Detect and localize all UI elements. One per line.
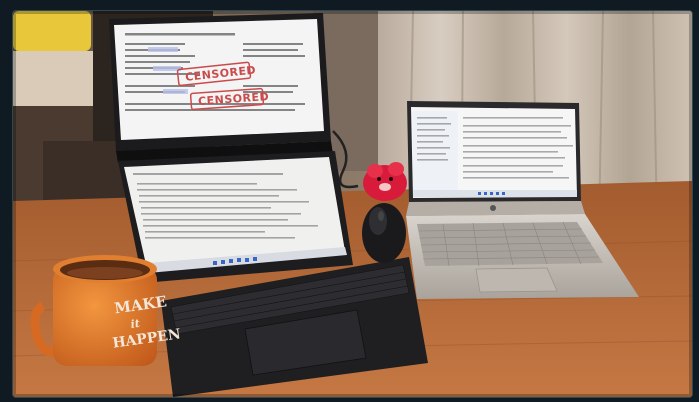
vertical-mouse [362,203,406,263]
photo-illustration: CENSORED CENSORED MAKE it HAPPEN [13,11,692,397]
screenshot-frame: CENSORED CENSORED MAKE it HAPPEN [0,0,699,402]
yellow-pillow [13,11,91,51]
silver-touchpad [475,267,558,293]
red-plush-toy [363,162,407,201]
desk-photo: CENSORED CENSORED MAKE it HAPPEN [12,10,693,398]
svg-text:it: it [130,317,141,331]
